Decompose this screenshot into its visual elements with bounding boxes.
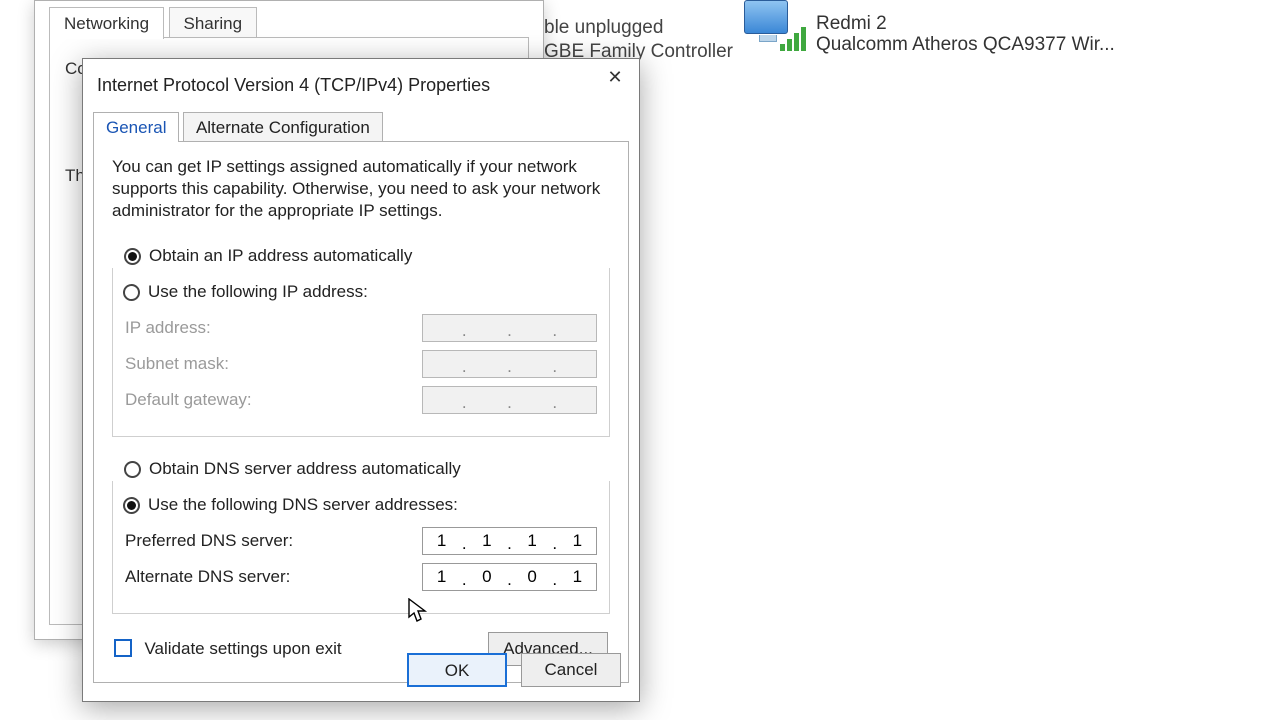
wifi-connection-text: Redmi 2 Qualcomm Atheros QCA9377 Wir... — [816, 13, 1115, 55]
radio-icon — [124, 461, 141, 478]
dialog-title: Internet Protocol Version 4 (TCP/IPv4) P… — [83, 59, 639, 96]
radio-label: Obtain an IP address automatically — [149, 246, 412, 266]
ok-button[interactable]: OK — [407, 653, 507, 687]
radio-use-ip[interactable]: Use the following IP address: — [123, 278, 597, 306]
preferred-dns-input[interactable]: 1. 1. 1. 1 — [422, 527, 597, 555]
dns-group: Use the following DNS server addresses: … — [112, 481, 610, 614]
alternate-dns-input[interactable]: 1. 0. 0. 1 — [422, 563, 597, 591]
radio-label: Obtain DNS server address automatically — [149, 459, 461, 479]
radio-icon — [124, 248, 141, 265]
bg-connection-status: ble unplugged GBE Family Controller — [544, 16, 733, 64]
radio-icon — [123, 497, 140, 514]
validate-label: Validate settings upon exit — [144, 639, 341, 658]
radio-obtain-ip-auto[interactable]: Obtain an IP address automatically — [124, 242, 610, 270]
subnet-mask-input: . . . — [422, 350, 597, 378]
close-icon: ✕ — [607, 67, 622, 87]
tab-sharing[interactable]: Sharing — [169, 7, 258, 39]
tab-networking[interactable]: Networking — [49, 7, 164, 39]
preferred-dns-label: Preferred DNS server: — [125, 531, 293, 551]
radio-obtain-dns-auto[interactable]: Obtain DNS server address automatically — [124, 455, 610, 483]
close-button[interactable]: ✕ — [591, 59, 639, 99]
cancel-button[interactable]: Cancel — [521, 653, 621, 687]
tab-general[interactable]: General — [93, 112, 179, 142]
validate-checkbox[interactable]: Validate settings upon exit — [114, 639, 342, 659]
radio-use-dns[interactable]: Use the following DNS server addresses: — [123, 491, 597, 519]
default-gateway-label: Default gateway: — [125, 390, 252, 410]
ip-address-input: . . . — [422, 314, 597, 342]
checkbox-icon — [114, 639, 132, 657]
tab-alternate-configuration[interactable]: Alternate Configuration — [183, 112, 383, 142]
radio-label: Use the following IP address: — [148, 282, 368, 302]
wifi-signal-icon — [780, 25, 810, 56]
default-gateway-input: . . . — [422, 386, 597, 414]
radio-label: Use the following DNS server addresses: — [148, 495, 458, 515]
ip-address-group: Use the following IP address: IP address… — [112, 268, 610, 437]
description-text: You can get IP settings assigned automat… — [112, 156, 610, 222]
tab-page-general: You can get IP settings assigned automat… — [93, 141, 629, 683]
ip-address-label: IP address: — [125, 318, 211, 338]
radio-icon — [123, 284, 140, 301]
ipv4-properties-dialog: Internet Protocol Version 4 (TCP/IPv4) P… — [82, 58, 640, 702]
subnet-mask-label: Subnet mask: — [125, 354, 229, 374]
alternate-dns-label: Alternate DNS server: — [125, 567, 290, 587]
